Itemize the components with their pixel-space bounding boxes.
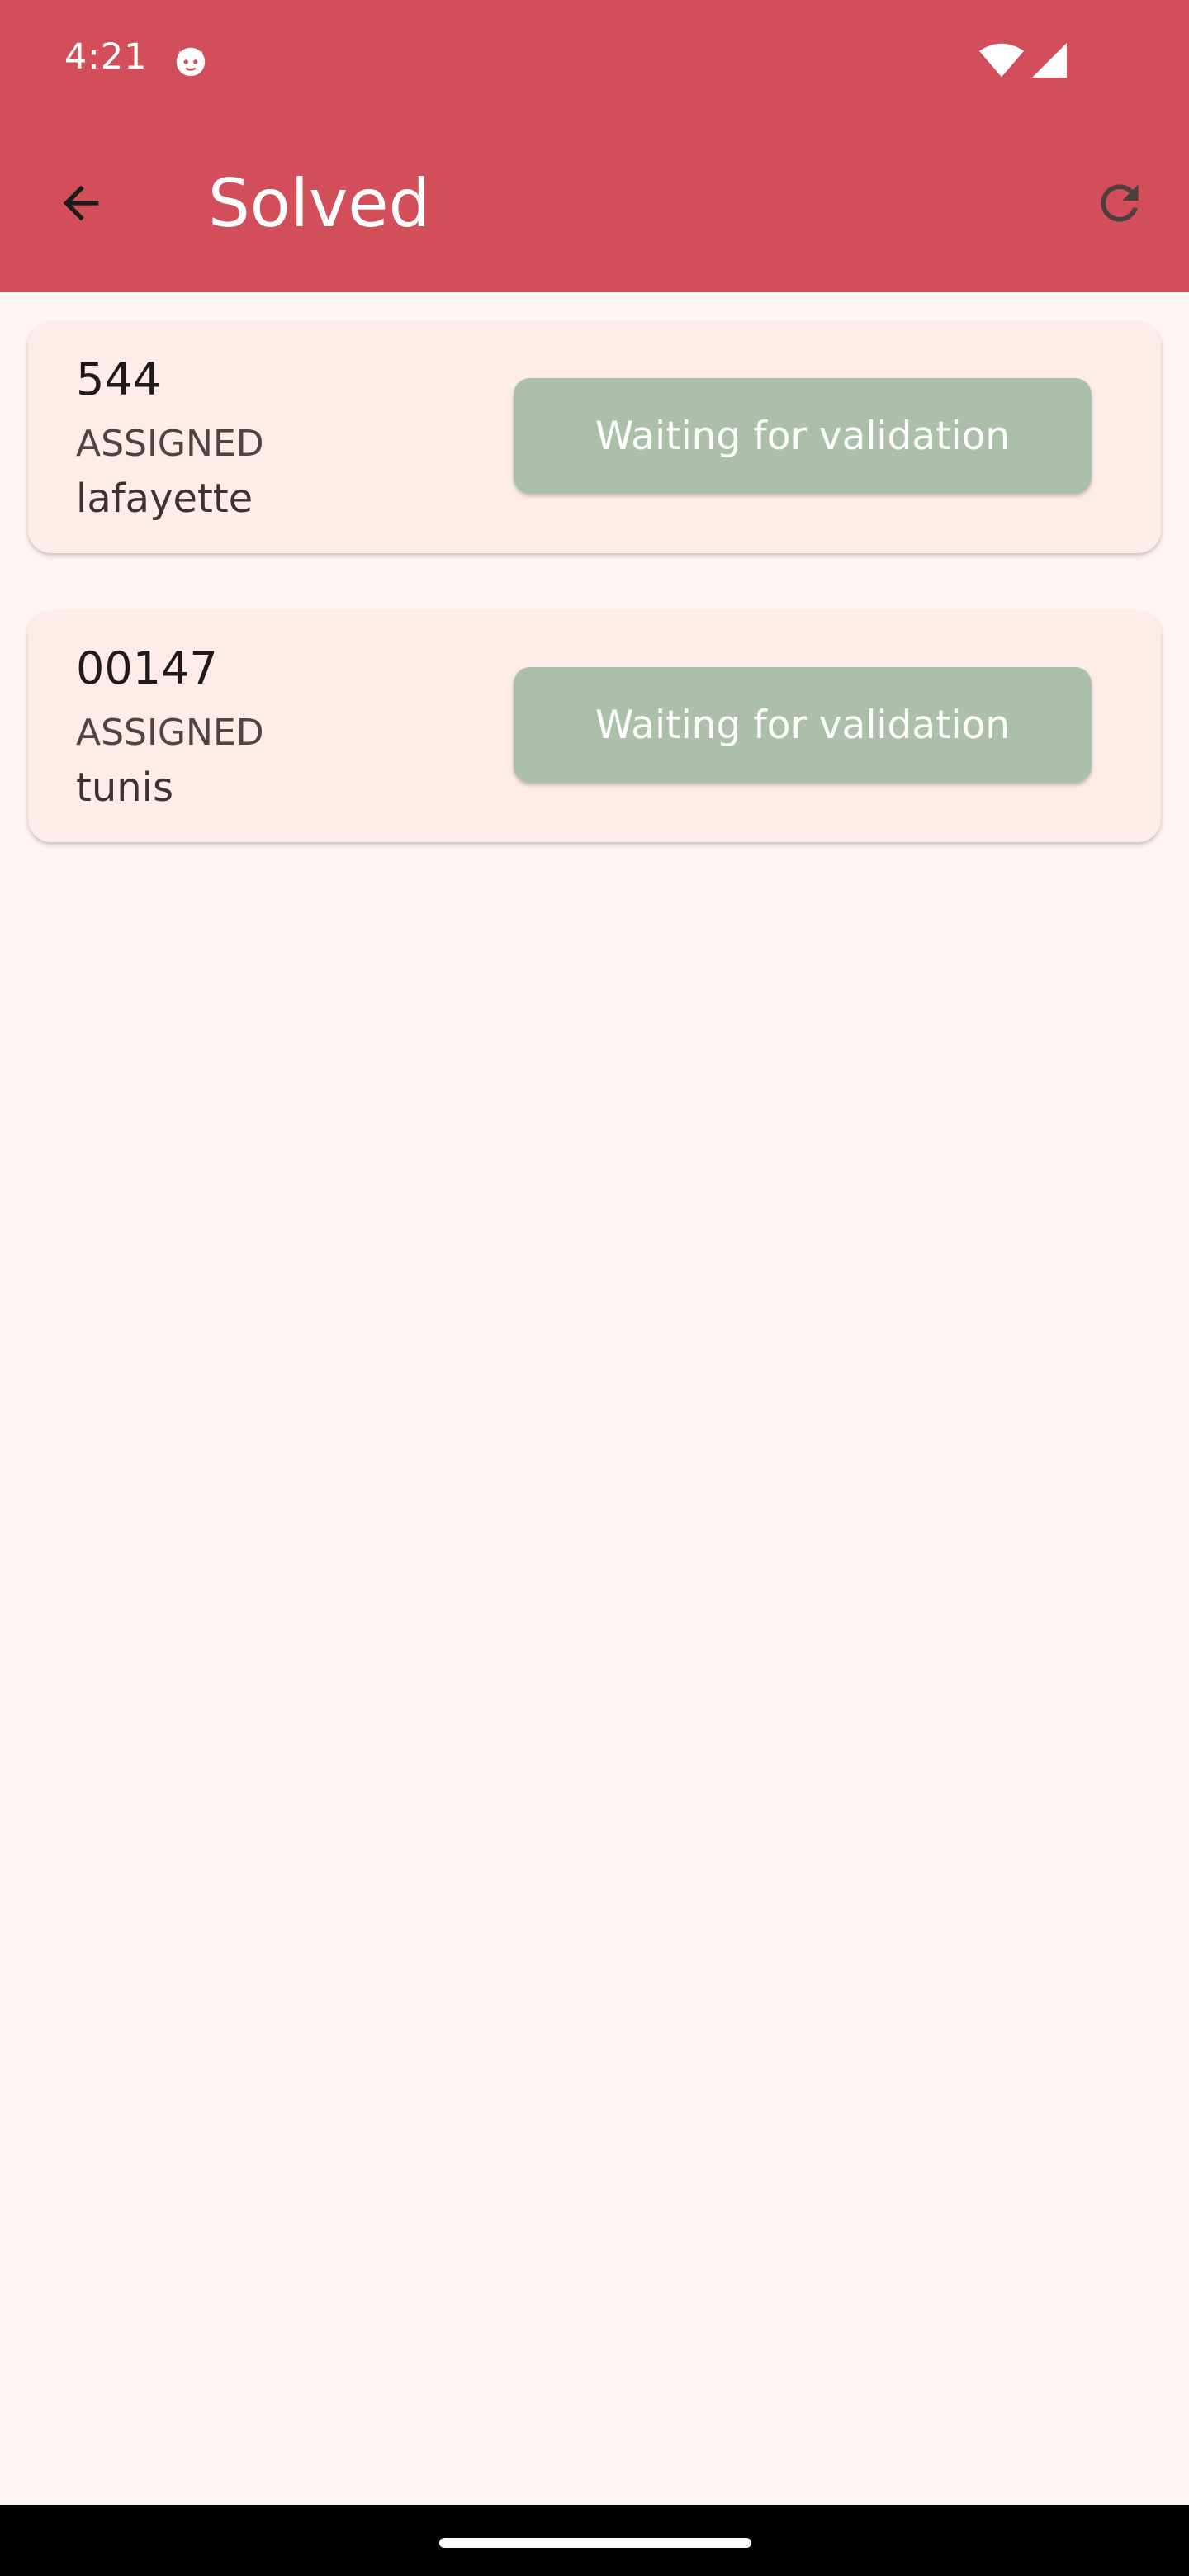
ticket-location: lafayette [76, 476, 253, 522]
ticket-card[interactable]: 00147 ASSIGNED tunis Waiting for validat… [28, 611, 1161, 842]
arrow-back-icon [63, 185, 99, 221]
ticket-location: tunis [76, 765, 174, 811]
waiting-validation-button[interactable]: Waiting for validation [514, 667, 1092, 783]
status-time: 4:21 [64, 36, 148, 78]
header-divider [0, 292, 1189, 310]
back-button[interactable] [48, 170, 114, 236]
refresh-icon [1101, 184, 1139, 222]
ticket-card[interactable]: 544 ASSIGNED lafayette Waiting for valid… [28, 322, 1161, 553]
home-gesture-handle[interactable] [439, 2538, 751, 2548]
page-title: Solved [208, 165, 431, 242]
app-header: 4:21 Solved [0, 0, 1189, 292]
ticket-status: ASSIGNED [76, 712, 264, 754]
wifi-icon [979, 43, 1024, 78]
cell-signal-icon [1032, 43, 1067, 78]
ticket-status: ASSIGNED [76, 423, 264, 465]
ticket-id: 544 [76, 353, 162, 405]
refresh-button[interactable] [1087, 170, 1153, 236]
system-nav-bar [0, 2505, 1189, 2576]
waiting-validation-button[interactable]: Waiting for validation [514, 378, 1092, 494]
cat-face-icon [176, 47, 206, 77]
ticket-id: 00147 [76, 642, 218, 694]
